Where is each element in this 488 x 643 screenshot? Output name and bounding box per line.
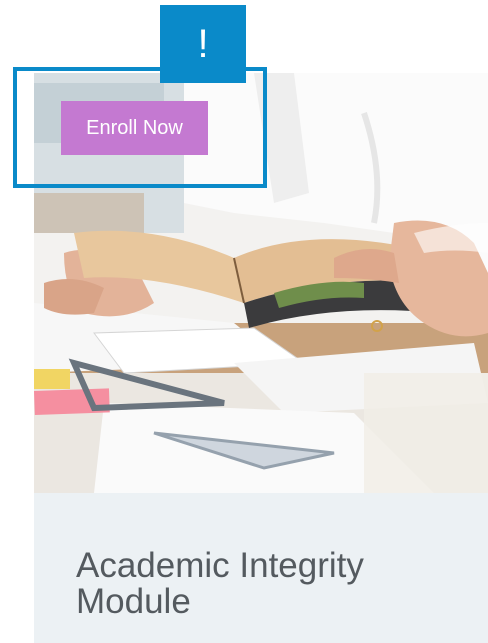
- enroll-now-button[interactable]: Enroll Now: [61, 101, 208, 155]
- course-title[interactable]: Academic Integrity Module: [76, 548, 466, 620]
- course-card[interactable]: Enroll Now Academic Integrity Module: [34, 73, 488, 643]
- alert-icon: !: [160, 5, 246, 83]
